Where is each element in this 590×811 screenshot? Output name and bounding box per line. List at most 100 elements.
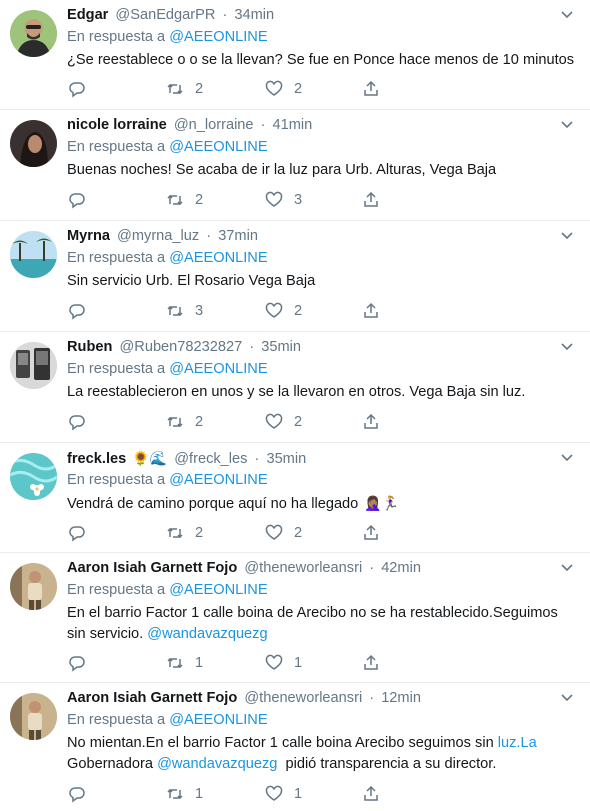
reply-button[interactable] (68, 79, 86, 99)
tweet[interactable]: nicole lorraine @n_lorraine · 41min En r… (0, 110, 590, 221)
reply-mention[interactable]: @AEEONLINE (169, 712, 267, 728)
chevron-down-icon[interactable] (560, 692, 574, 704)
author-handle[interactable]: @n_lorraine (174, 117, 254, 133)
avatar[interactable] (10, 231, 57, 278)
author-name[interactable]: Edgar (67, 7, 108, 23)
share-icon (364, 80, 378, 96)
chevron-down-icon[interactable] (560, 452, 574, 464)
retweet-button[interactable]: 1 (166, 653, 203, 673)
tweet[interactable]: freck.les 🌻🌊 @freck_les · 35min En respu… (0, 443, 590, 553)
reply-mention[interactable]: @AEEONLINE (169, 472, 267, 488)
reply-icon (69, 304, 85, 320)
tweet[interactable]: Ruben @Ruben78232827 · 35min En respuest… (0, 332, 590, 443)
author-name[interactable]: Aaron Isiah Garnett Fojo (67, 690, 237, 706)
retweet-button[interactable]: 2 (166, 412, 203, 432)
reply-mention[interactable]: @AEEONLINE (169, 29, 267, 45)
author-handle[interactable]: @theneworleansri (244, 560, 362, 576)
reply-mention[interactable]: @AEEONLINE (169, 582, 267, 598)
share-button[interactable] (362, 523, 380, 543)
share-button[interactable] (362, 79, 380, 99)
tweet-actions: 2 2 (68, 523, 388, 543)
reply-context: En respuesta a @AEEONLINE (67, 250, 268, 266)
tweet[interactable]: Edgar @SanEdgarPR · 34min En respuesta a… (0, 0, 590, 110)
author-handle[interactable]: @Ruben78232827 (119, 339, 242, 355)
tweet-feed: Edgar @SanEdgarPR · 34min En respuesta a… (0, 0, 590, 811)
reply-button[interactable] (68, 190, 86, 210)
tweet-text-part: ¿Se reestablece o o se la llevan? Se fue… (67, 52, 575, 68)
tweet-actions: 2 2 (68, 79, 388, 99)
retweet-button[interactable]: 3 (166, 301, 203, 321)
reply-mention[interactable]: @AEEONLINE (169, 139, 267, 155)
reply-icon (69, 82, 85, 98)
author-name[interactable]: Aaron Isiah Garnett Fojo (67, 560, 237, 576)
timestamp[interactable]: 42min (381, 560, 421, 576)
like-button[interactable]: 2 (265, 523, 302, 543)
reply-prefix: En respuesta a (67, 472, 166, 488)
timestamp[interactable]: 34min (234, 7, 274, 23)
like-button[interactable]: 1 (265, 784, 302, 804)
retweet-button[interactable]: 2 (166, 190, 203, 210)
tweet[interactable]: Aaron Isiah Garnett Fojo @theneworleansr… (0, 683, 590, 811)
avatar[interactable] (10, 342, 57, 389)
like-button[interactable]: 3 (265, 190, 302, 210)
like-count: 2 (294, 303, 303, 319)
author-handle[interactable]: @freck_les (174, 451, 247, 467)
separator-dot: · (369, 690, 375, 706)
tweet[interactable]: Myrna @myrna_luz · 37min En respuesta a … (0, 221, 590, 332)
avatar[interactable] (10, 453, 57, 500)
author-handle[interactable]: @myrna_luz (117, 228, 199, 244)
timestamp[interactable]: 35min (266, 451, 306, 467)
tweet-mention[interactable]: @wandavazquezg (157, 756, 277, 772)
chevron-down-icon[interactable] (560, 9, 574, 21)
reply-button[interactable] (68, 301, 86, 321)
timestamp[interactable]: 35min (261, 339, 301, 355)
share-button[interactable] (362, 301, 380, 321)
like-button[interactable]: 2 (265, 301, 302, 321)
avatar[interactable] (10, 693, 57, 740)
heart-icon (265, 654, 283, 670)
author-name[interactable]: nicole lorraine (67, 117, 167, 133)
like-button[interactable]: 2 (265, 79, 302, 99)
share-button[interactable] (362, 653, 380, 673)
retweet-button[interactable]: 1 (166, 784, 203, 804)
like-button[interactable]: 1 (265, 653, 302, 673)
share-icon (364, 654, 378, 670)
tweet-link[interactable]: luz.La (498, 735, 537, 751)
author-name[interactable]: Ruben (67, 339, 112, 355)
chevron-down-icon[interactable] (560, 341, 574, 353)
reply-button[interactable] (68, 412, 86, 432)
author-handle[interactable]: @theneworleansri (244, 690, 362, 706)
timestamp[interactable]: 41min (273, 117, 313, 133)
chevron-down-icon[interactable] (560, 230, 574, 242)
author-name[interactable]: Myrna (67, 228, 110, 244)
avatar[interactable] (10, 120, 57, 167)
reply-button[interactable] (68, 523, 86, 543)
heart-icon (265, 524, 283, 540)
author-name[interactable]: freck.les (67, 451, 126, 467)
share-button[interactable] (362, 412, 380, 432)
share-icon (364, 191, 378, 207)
retweet-icon (167, 416, 183, 428)
like-count: 1 (294, 655, 303, 671)
share-button[interactable] (362, 190, 380, 210)
avatar[interactable] (10, 563, 57, 610)
chevron-down-icon[interactable] (560, 562, 574, 574)
tweet[interactable]: Aaron Isiah Garnett Fojo @theneworleansr… (0, 553, 590, 683)
timestamp[interactable]: 12min (381, 690, 421, 706)
retweet-count: 1 (195, 786, 204, 802)
retweet-button[interactable]: 2 (166, 523, 203, 543)
retweet-button[interactable]: 2 (166, 79, 203, 99)
share-button[interactable] (362, 784, 380, 804)
reply-mention[interactable]: @AEEONLINE (169, 361, 267, 377)
reply-mention[interactable]: @AEEONLINE (169, 250, 267, 266)
avatar[interactable] (10, 10, 57, 57)
author-handle[interactable]: @SanEdgarPR (115, 7, 215, 23)
reply-prefix: En respuesta a (67, 29, 166, 45)
tweet-mention[interactable]: @wandavazquezg (147, 626, 267, 642)
chevron-down-icon[interactable] (560, 119, 574, 131)
reply-button[interactable] (68, 653, 86, 673)
separator-dot: · (249, 339, 255, 355)
reply-button[interactable] (68, 784, 86, 804)
like-button[interactable]: 2 (265, 412, 302, 432)
timestamp[interactable]: 37min (218, 228, 258, 244)
